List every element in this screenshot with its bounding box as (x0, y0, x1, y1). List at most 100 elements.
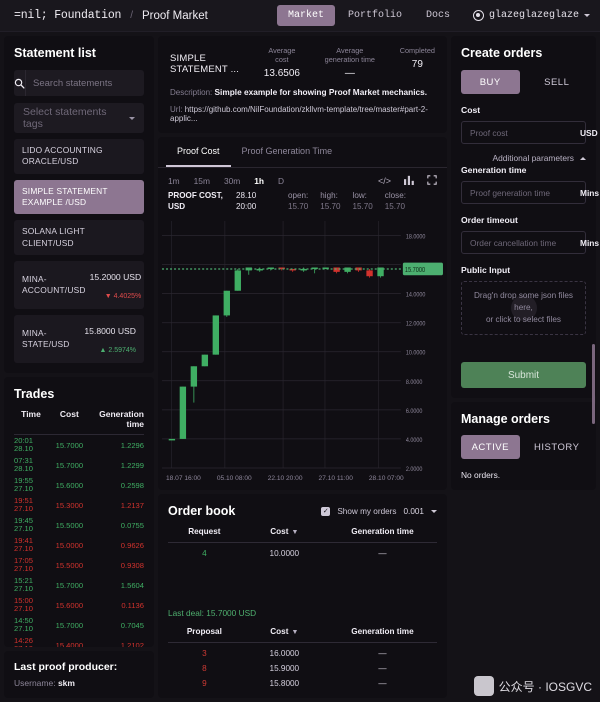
chevron-down-icon (584, 14, 590, 17)
statement-url: Url: https://github.com/NilFoundation/zk… (170, 105, 435, 123)
fullscreen-icon[interactable] (427, 175, 437, 187)
table-row: 14:2627.1015.40001.2102 (14, 635, 144, 647)
trades-table-body: 20:0128.1015.70001.229607:3128.1015.7000… (14, 435, 144, 647)
code-icon[interactable]: </> (378, 176, 391, 186)
table-row[interactable]: 4 10.0000 — (168, 543, 437, 558)
timeframe-1m[interactable]: 1m (168, 176, 180, 186)
top-navigation-bar: =nil; Foundation / Proof Market Market P… (0, 0, 600, 32)
nav-item-market[interactable]: Market (277, 5, 335, 26)
last-deal-value: 15.7000 USD (206, 608, 256, 618)
account-menu[interactable]: glazeglazeglaze (473, 10, 590, 21)
order-book-step-value[interactable]: 0.001 (404, 507, 425, 516)
proposal-gen: — (328, 673, 437, 688)
tab-proof-generation-time[interactable]: Proof Generation Time (231, 137, 344, 167)
proposal-value: 9 (168, 673, 241, 688)
trade-cost: 15.4000 (48, 641, 91, 647)
trade-generation-time: 0.7045 (91, 621, 144, 630)
trade-generation-time: 0.9626 (91, 541, 144, 550)
statement-item-solana[interactable]: SOLANA LIGHT CLIENT/USD (14, 220, 144, 255)
brand-logo[interactable]: =nil; Foundation (14, 9, 121, 22)
bar-chart-icon[interactable] (404, 175, 414, 187)
candlestick-chart[interactable]: 18.000016.000014.000012.000010.00008.000… (158, 216, 447, 473)
timeframe-30m[interactable]: 30m (224, 176, 240, 186)
table-row[interactable]: 316.0000— (168, 643, 437, 658)
create-orders-panel: Create orders BUY SELL Cost USD Addition… (451, 36, 596, 398)
table-row: 19:5527.1015.60000.2598 (14, 475, 144, 495)
trade-generation-time: 0.2598 (91, 481, 144, 490)
statement-item-mina-state[interactable]: MINA-STATE/USD 15.8000 USD ▲ 2.5974% (14, 315, 144, 363)
last-producer-title: Last proof producer: (14, 661, 144, 673)
order-book-header: Order book ✓ Show my orders 0.001 (168, 504, 437, 518)
sort-chevron-icon: ▼ (291, 529, 298, 536)
statement-item-mina-account[interactable]: MINA-ACCOUNT/USD 15.2000 USD ▼ 4.4025% (14, 261, 144, 309)
show-my-orders-label: Show my orders (337, 507, 396, 516)
cost-input[interactable] (470, 128, 580, 138)
file-dropzone[interactable]: Drag'n drop some json files here, or cli… (461, 281, 586, 335)
watermark: 公众号 · IOSGVC (474, 676, 592, 696)
timeframe-15m[interactable]: 15m (194, 176, 210, 186)
no-orders-message: No orders. (461, 470, 586, 480)
statement-header-panel: SIMPLE STATEMENT ... Average cost 13.650… (158, 36, 447, 133)
public-input-label: Public Input (461, 265, 586, 275)
trade-cost: 15.7000 (48, 621, 91, 630)
trade-time: 15:0027.10 (14, 597, 48, 613)
order-timeout-field[interactable]: Mins (461, 231, 586, 254)
chart-high: high:15.70 (320, 191, 340, 212)
url-value[interactable]: https://github.com/NilFoundation/zkllvm-… (170, 105, 428, 123)
show-my-orders-checkbox[interactable]: ✓ (321, 507, 330, 516)
scrollbar-thumb[interactable] (592, 344, 595, 424)
statement-item-lido[interactable]: LIDO ACCOUNTING ORACLE/USD (14, 139, 144, 174)
username-label: Username: (14, 678, 56, 688)
table-row: 19:4527.1015.50000.0755 (14, 515, 144, 535)
description-value: Simple example for showing Proof Market … (214, 87, 427, 97)
tab-order-history[interactable]: HISTORY (528, 435, 587, 459)
statement-search[interactable] (14, 70, 144, 96)
create-orders-title: Create orders (461, 46, 586, 60)
order-book-panel: Order book ✓ Show my orders 0.001 Reques… (158, 494, 447, 698)
tab-active-orders[interactable]: ACTIVE (461, 435, 520, 459)
order-book-controls: ✓ Show my orders 0.001 (321, 507, 437, 516)
table-row[interactable]: 815.9000— (168, 658, 437, 673)
trade-time: 14:5027.10 (14, 617, 48, 633)
nav-item-docs[interactable]: Docs (415, 5, 461, 26)
submit-button[interactable]: Submit (461, 362, 586, 388)
additional-parameters-toggle[interactable]: Additional parameters (461, 153, 586, 163)
nav-item-portfolio[interactable]: Portfolio (337, 5, 413, 26)
trades-col-gen: Generation time (91, 409, 144, 429)
statement-item-simple-example[interactable]: SIMPLE STATEMENT EXAMPLE /USD (14, 180, 144, 215)
col-cost[interactable]: Cost▼ (241, 627, 328, 643)
buy-button[interactable]: BUY (461, 70, 520, 94)
proposal-cost: 15.9000 (241, 658, 328, 673)
tab-proof-cost[interactable]: Proof Cost (166, 137, 231, 167)
chart-open: open:15.70 (288, 191, 308, 212)
chevron-up-icon (580, 157, 586, 160)
chart-low: low:15.70 (353, 191, 373, 212)
last-proof-producer-panel: Last proof producer: Username: skm (4, 651, 154, 698)
request-value: 4 (168, 543, 241, 558)
chart-panel: Proof Cost Proof Generation Time 1m 15m … (158, 137, 447, 490)
cost-field[interactable]: USD (461, 121, 586, 144)
chevron-down-icon[interactable] (431, 510, 437, 513)
order-timeout-input[interactable] (470, 238, 580, 248)
dropzone-line-2: or click to select files (486, 315, 561, 324)
col-proposal: Proposal (168, 627, 241, 643)
x-axis-tick-label: 18.07 16:00 (166, 475, 201, 482)
trade-cost: 15.6000 (48, 601, 91, 610)
statement-item-change: ▼ 4.4025% (105, 293, 142, 300)
timeframe-d[interactable]: D (278, 176, 284, 186)
search-input[interactable] (26, 78, 172, 89)
col-cost[interactable]: Cost▼ (241, 527, 328, 543)
last-deal-label: Last deal: (168, 608, 204, 618)
request-cost: 10.0000 (241, 543, 328, 558)
sort-chevron-icon: ▼ (291, 629, 298, 636)
generation-time-field[interactable]: Mins (461, 181, 586, 204)
manage-orders-tabs: ACTIVE HISTORY (461, 435, 586, 459)
statement-tags-select[interactable]: Select statements tags (14, 103, 144, 133)
generation-time-input[interactable] (470, 188, 580, 198)
sell-button[interactable]: SELL (528, 70, 587, 94)
trade-generation-time: 0.0755 (91, 521, 144, 530)
table-row[interactable]: 915.8000— (168, 673, 437, 688)
timeframe-1h[interactable]: 1h (254, 176, 264, 186)
order-book-requests-table: Request Cost▼ Generation time 4 10.0000 … (168, 527, 437, 558)
chart-tools: </> (378, 175, 437, 187)
